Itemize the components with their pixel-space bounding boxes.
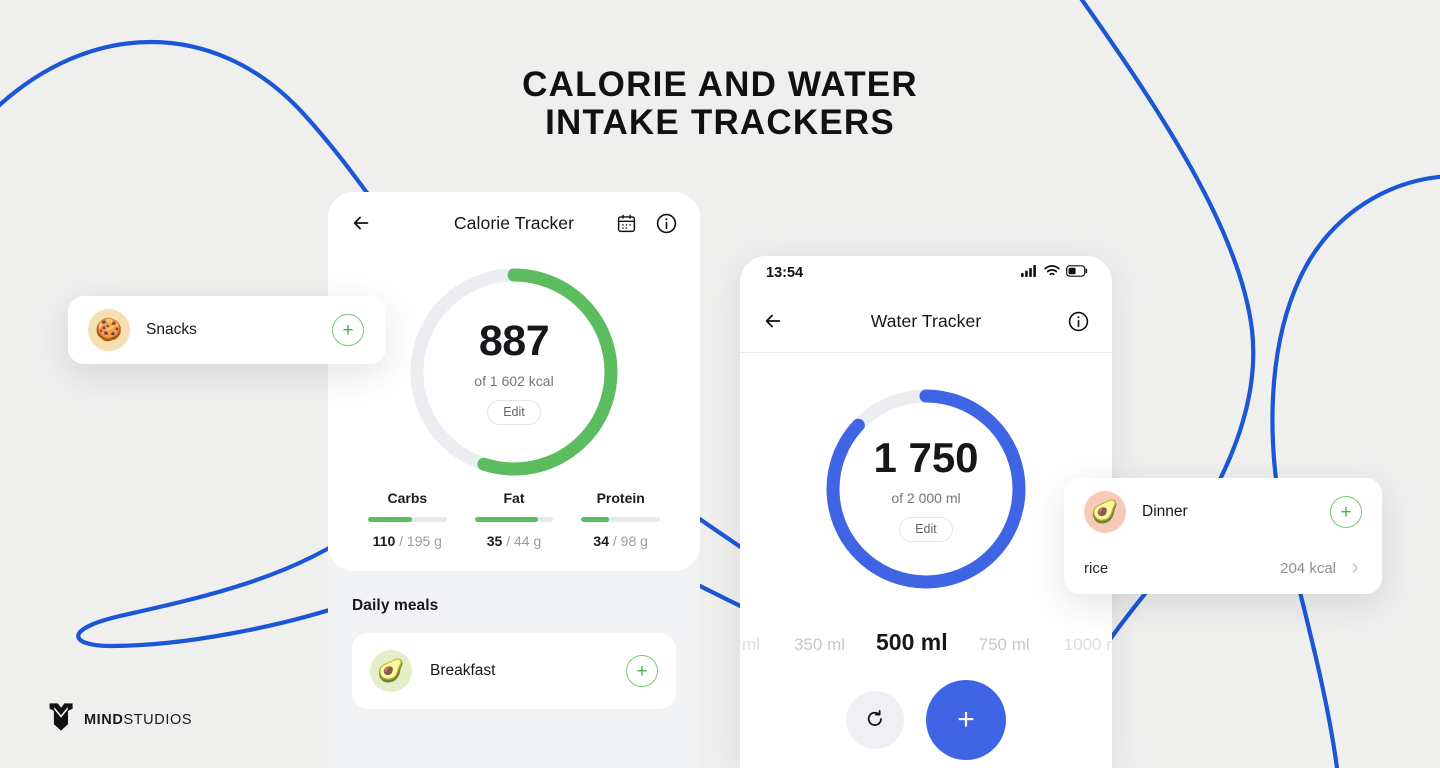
status-bar-indicators [1021,265,1088,281]
macro-list: Carbs 110 / 195 g Fat 35 / 44 g Protein … [328,490,700,549]
add-water-button[interactable]: + [926,680,1006,760]
add-dinner-button[interactable]: + [1330,496,1362,528]
calorie-edit-button[interactable]: Edit [487,399,541,425]
macro-protein-current: 34 [593,533,609,549]
logo-bold-part: MIND [84,711,124,728]
add-snack-button[interactable]: + [332,314,364,346]
mind-studios-logo-text: MINDSTUDIOS [84,712,192,728]
macro-fat-fill [474,517,538,522]
wifi-icon [1044,265,1060,281]
amount-option-1000[interactable]: 1000 ml [1047,635,1112,655]
macro-protein-value: 34 / 98 g [567,533,674,549]
status-bar-time: 13:54 [766,265,804,281]
macro-fat-label: Fat [503,490,525,506]
undo-button[interactable] [846,691,904,749]
avocado-icon: 🥑 [1084,491,1126,533]
avocado-icon: 🥑 [370,650,412,692]
meal-name-breakfast: Breakfast [430,662,496,679]
dinner-header-row: 🥑 Dinner + [1084,478,1362,546]
page-title: CALORIE AND WATER INTAKE TRACKERS [0,66,1440,142]
macro-protein-track [581,517,661,522]
mind-studios-logo-icon [48,702,74,737]
dinner-entry-name: rice [1084,559,1109,577]
macro-protein-label: Protein [596,490,645,506]
info-icon[interactable] [655,212,678,235]
status-bar: 13:54 [740,256,1112,290]
battery-icon [1066,265,1088,281]
calorie-white-panel: Calorie Tracker 887 of 1 602 kcal Edit C… [328,192,700,571]
calorie-ring: 887 of 1 602 kcal Edit [328,254,700,490]
back-icon[interactable] [350,212,372,234]
cellular-signal-icon [1021,265,1038,281]
macro-carbs: Carbs 110 / 195 g [354,490,461,549]
water-page-title: Water Tracker [870,310,982,331]
water-goal-label: of 2 000 ml [891,489,961,506]
snacks-label: Snacks [146,321,197,338]
page-title-line1: CALORIE AND WATER [522,65,918,104]
macro-carbs-fill [368,517,413,522]
macro-protein-fill [581,517,609,522]
macro-fat-goal: / 44 g [506,533,542,549]
water-action-row: + [740,680,1112,760]
back-icon[interactable] [762,310,784,332]
calorie-consumed-value: 887 [478,316,550,365]
macro-carbs-label: Carbs [387,490,428,506]
macro-carbs-track [368,517,447,522]
macro-protein-goal: / 98 g [612,533,648,549]
dinner-label: Dinner [1142,503,1188,520]
dinner-card[interactable]: 🥑 Dinner + rice 204 kcal [1064,478,1382,594]
page-title-line2: INTAKE TRACKERS [545,103,895,142]
snacks-card[interactable]: 🍪 Snacks + [68,296,386,364]
undo-icon [865,708,885,733]
mind-studios-logo: MINDSTUDIOS [48,702,192,737]
dinner-entry-calories: 204 kcal [1280,559,1336,577]
amount-option-750[interactable]: 750 ml [962,635,1047,655]
info-icon[interactable] [1067,310,1090,333]
calendar-icon[interactable] [616,213,637,234]
water-ring-center: 1 750 of 2 000 ml Edit [740,353,1112,625]
macro-fat-track [474,517,554,522]
calorie-goal-label: of 1 602 kcal [474,372,554,389]
amount-option-350[interactable]: 350 ml [777,635,862,655]
water-app-bar: Water Tracker [740,290,1112,352]
logo-light-part: STUDIOS [123,711,193,728]
macro-carbs-value: 110 / 195 g [354,533,461,549]
add-breakfast-button[interactable]: + [626,655,658,687]
calorie-ring-center: 887 of 1 602 kcal Edit [328,254,700,490]
chevron-right-icon[interactable] [1348,561,1362,575]
daily-meals-section: Daily meals 🥑 Breakfast + [328,571,700,709]
water-consumed-value: 1 750 [873,433,979,481]
amount-picker[interactable]: 0 ml 350 ml 500 ml 750 ml 1000 ml [740,629,1112,656]
calorie-tracker-phone: Calorie Tracker 887 of 1 602 kcal Edit C… [328,192,700,768]
calorie-app-bar: Calorie Tracker [328,192,700,254]
macro-fat-value: 35 / 44 g [461,533,568,549]
plus-icon: + [957,703,975,736]
macro-carbs-goal: / 195 g [399,533,442,549]
curve-right-outer [1270,174,1440,768]
macro-protein: Protein 34 / 98 g [567,490,674,549]
cookie-icon: 🍪 [88,309,130,351]
poster-canvas: CALORIE AND WATER INTAKE TRACKERS Calori… [0,0,1440,768]
water-tracker-phone: 13:54 Water Tracker 1 750 of 2 000 ml Ed… [740,256,1112,768]
amount-option-500-selected[interactable]: 500 ml [862,629,962,656]
amount-option-0[interactable]: 0 ml [740,635,777,655]
water-ring: 1 750 of 2 000 ml Edit [740,353,1112,625]
macro-fat: Fat 35 / 44 g [461,490,568,549]
macro-fat-current: 35 [486,533,503,549]
dinner-entry-row[interactable]: rice 204 kcal [1084,546,1362,590]
water-edit-button[interactable]: Edit [899,516,953,542]
daily-meals-title: Daily meals [352,597,439,614]
macro-carbs-current: 110 [372,533,396,549]
meal-row-breakfast[interactable]: 🥑 Breakfast + [352,633,676,709]
